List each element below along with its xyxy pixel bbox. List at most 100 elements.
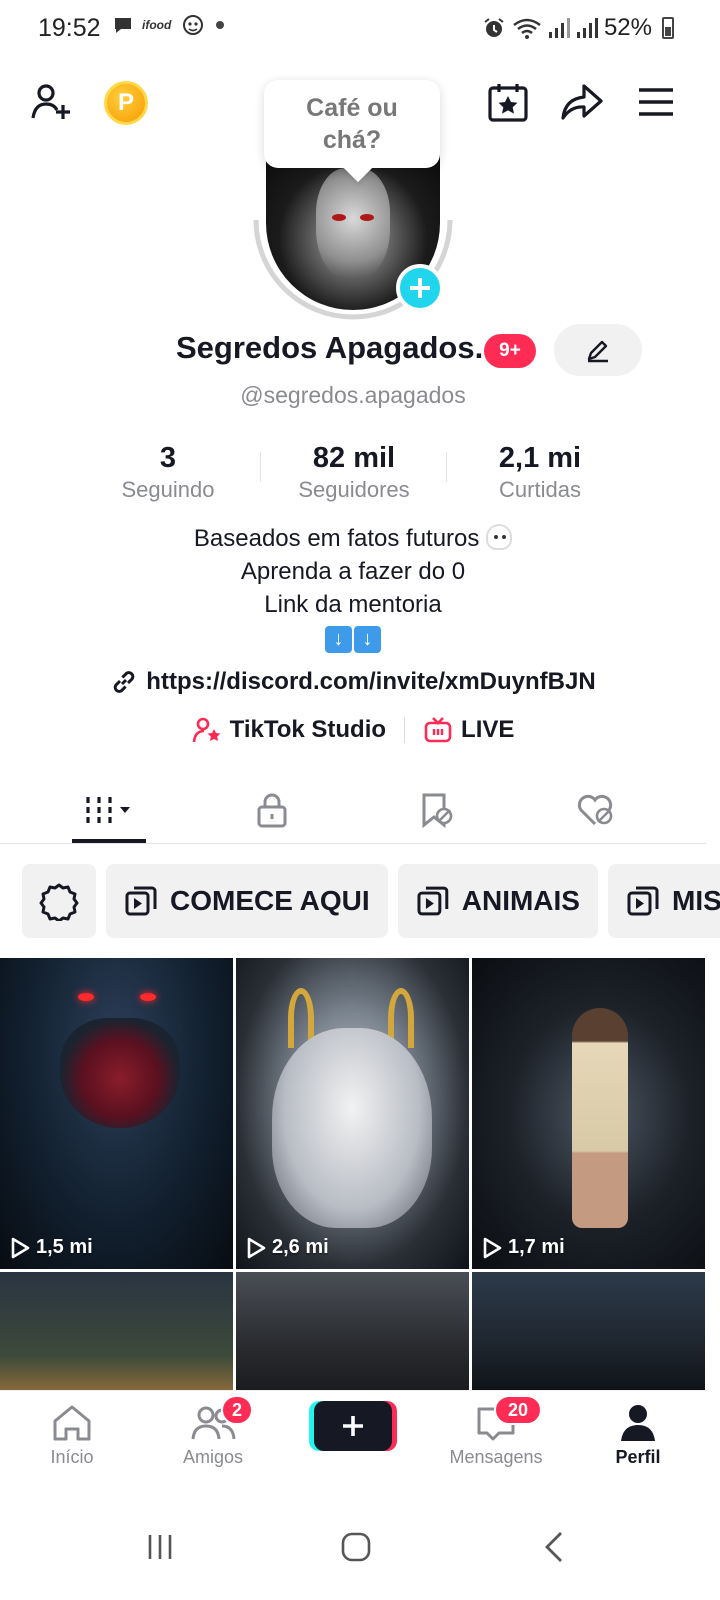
chat-icon <box>115 18 131 33</box>
avatar-eye <box>360 214 374 221</box>
home-circle-icon <box>341 1532 371 1562</box>
recents-icon <box>148 1535 172 1559</box>
ifood-icon: ifood <box>142 18 172 32</box>
gear-icon <box>39 883 79 921</box>
create-button[interactable] <box>314 1401 392 1451</box>
tab-liked[interactable] <box>508 776 684 844</box>
profile-link[interactable]: https://discord.com/invite/xmDuynfBJN <box>0 668 706 696</box>
add-story-button[interactable] <box>396 264 444 312</box>
user-star-icon <box>192 717 220 743</box>
tv-icon <box>424 717 452 743</box>
play-icon <box>247 1237 266 1258</box>
nav-profile[interactable]: Perfil <box>578 1403 698 1468</box>
ghost-icon <box>486 524 513 550</box>
menu-button[interactable] <box>634 80 678 124</box>
tab-private[interactable] <box>184 776 360 844</box>
nav-friends-label: Amigos <box>182 1447 244 1467</box>
share-profile-button[interactable] <box>558 78 606 126</box>
home-system-button[interactable] <box>326 1522 386 1572</box>
live-button[interactable]: LIVE <box>423 716 514 744</box>
video-views-count: 1,7 mi <box>508 1236 565 1258</box>
coin-button[interactable]: P <box>104 81 148 125</box>
video-thumbnail[interactable] <box>472 1272 705 1392</box>
stat-divider <box>446 452 447 482</box>
nav-inbox-label: Mensagens <box>449 1447 543 1467</box>
add-friend-button[interactable] <box>26 78 78 126</box>
nav-home-label: Início <box>50 1447 94 1467</box>
profile-icon <box>621 1405 655 1441</box>
playlist-row: COMECE AQUI ANIMAIS MIS <box>22 864 720 938</box>
alarm-icon <box>484 18 504 37</box>
bio-line: ↓ ↓ <box>0 621 706 654</box>
playlist-label: ANIMAIS <box>461 885 580 916</box>
video-thumbnail[interactable] <box>236 1272 469 1392</box>
tab-reposts[interactable] <box>348 776 524 844</box>
down-arrow-icon: ↓ <box>354 626 381 653</box>
thumbnail-art <box>140 993 156 1001</box>
grid-dropdown-icon <box>86 797 130 823</box>
video-views-count: 1,5 mi <box>36 1236 93 1258</box>
playlist-settings-button[interactable] <box>22 864 96 938</box>
edit-profile-button[interactable] <box>554 324 642 376</box>
hamburger-menu-icon <box>639 88 673 116</box>
stat-followers-label: Seguidores <box>298 477 410 502</box>
avatar-eye <box>332 214 346 221</box>
battery-icon <box>662 17 674 39</box>
thumbnail-art <box>60 1018 180 1128</box>
active-tab-indicator <box>72 839 146 843</box>
stat-following-label: Seguindo <box>121 477 215 502</box>
video-views-count: 2,6 mi <box>272 1236 329 1258</box>
nav-friends[interactable]: Amigos 2 <box>153 1395 273 1468</box>
plus-icon <box>410 278 430 298</box>
wifi-icon <box>513 18 541 39</box>
nav-home[interactable]: Início <box>12 1403 132 1468</box>
thumbnail-art <box>78 993 94 1001</box>
svg-text:ifood: ifood <box>142 18 172 32</box>
video-thumbnail[interactable] <box>0 1272 233 1392</box>
creator-calendar-button[interactable] <box>485 78 531 126</box>
playlist-animais[interactable]: ANIMAIS <box>398 864 598 938</box>
video-thumbnail[interactable]: 2,6 mi <box>236 958 469 1269</box>
plus-icon <box>343 1416 363 1436</box>
playlist-comece-aqui[interactable]: COMECE AQUI <box>106 864 388 938</box>
playlist-mis[interactable]: MIS <box>608 864 720 938</box>
thumbnail-art <box>572 1008 628 1228</box>
stat-followers[interactable]: 82 mil Seguidores <box>264 440 444 504</box>
stat-following[interactable]: 3 Seguindo <box>78 440 258 504</box>
live-label: LIVE <box>461 716 515 743</box>
video-views: 1,5 mi <box>10 1236 93 1259</box>
tiktok-studio-label: TikTok Studio <box>229 716 387 743</box>
notification-badge[interactable]: 9+ <box>484 334 536 368</box>
recents-button[interactable] <box>130 1522 190 1572</box>
bookmark-hidden-icon <box>422 793 453 828</box>
stat-following-value: 3 <box>159 442 177 474</box>
bottom-nav: Início Amigos 2 Mensagens 20 Perfil <box>0 1390 706 1494</box>
tab-videos[interactable] <box>22 776 198 844</box>
video-thumbnail[interactable]: 1,7 mi <box>472 958 705 1269</box>
tiktok-studio-button[interactable]: TikTok Studio <box>192 716 386 744</box>
profile-stats: 3 Seguindo 82 mil Seguidores 2,1 mi Curt… <box>0 440 706 510</box>
profile-link-text: https://discord.com/invite/xmDuynfBJN <box>146 668 596 695</box>
profile-bio: Baseados em fatos futuros Aprenda a faze… <box>0 522 706 654</box>
video-thumbnail[interactable]: 1,5 mi <box>0 958 233 1269</box>
battery-percent: 52% <box>603 14 652 41</box>
profile-handle: @segredos.apagados <box>240 382 466 408</box>
playlist-icon <box>627 886 659 916</box>
system-nav-bar <box>0 1496 720 1600</box>
note-bubble-text: Café ou chá? <box>306 94 398 154</box>
back-button[interactable] <box>524 1522 584 1572</box>
stat-likes-label: Curtidas <box>499 477 581 502</box>
playlist-icon <box>125 886 157 916</box>
note-bubble[interactable]: Café ou chá? <box>264 80 440 168</box>
stat-likes[interactable]: 2,1 mi Curtidas <box>450 440 630 504</box>
playlist-label: MIS <box>672 885 720 916</box>
down-arrow-icon: ↓ <box>325 626 352 653</box>
play-icon <box>483 1237 502 1258</box>
creator-tools-row: TikTok Studio LIVE <box>0 716 706 744</box>
playlist-label: COMECE AQUI <box>170 885 370 916</box>
signal-icon <box>576 18 598 38</box>
play-icon <box>11 1237 30 1258</box>
nav-inbox[interactable]: Mensagens 20 <box>436 1395 556 1468</box>
bio-line-text: Baseados em fatos futuros <box>193 525 480 552</box>
down-arrows-icon: ↓ ↓ <box>325 626 381 653</box>
